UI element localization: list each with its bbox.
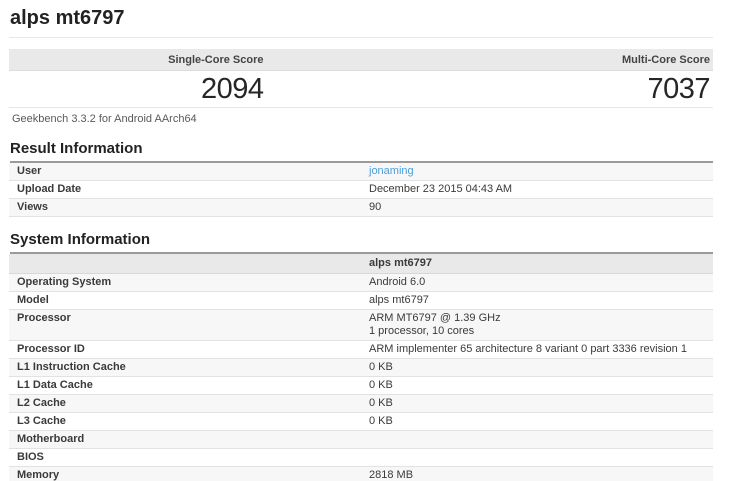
row-value: 0 KB <box>361 376 713 395</box>
system-table-header-value: alps mt6797 <box>361 254 713 274</box>
system-information-table: alps mt6797 Operating System Android 6.0… <box>9 254 713 481</box>
table-row-processor-id: Processor ID ARM implementer 65 architec… <box>9 340 713 359</box>
row-value: 0 KB <box>361 412 713 431</box>
row-label: Memory <box>9 466 361 481</box>
row-value: ARM MT6797 @ 1.39 GHz 1 processor, 10 co… <box>361 309 713 341</box>
processor-core-count: 1 processor, 10 cores <box>369 325 475 337</box>
table-row-views: Views 90 <box>9 198 713 217</box>
table-row-upload-date: Upload Date December 23 2015 04:43 AM <box>9 180 713 199</box>
row-label: BIOS <box>9 448 361 467</box>
table-row-l1-data-cache: L1 Data Cache 0 KB <box>9 376 713 395</box>
scores-values-row: 2094 7037 <box>9 71 713 108</box>
row-label: Operating System <box>9 273 361 292</box>
page-title: alps mt6797 <box>10 7 125 29</box>
scores-header-bar: Single-Core Score Multi-Core Score <box>9 49 713 71</box>
single-core-score-label: Single-Core Score <box>168 53 264 66</box>
table-row-processor: Processor ARM MT6797 @ 1.39 GHz 1 proces… <box>9 309 713 341</box>
row-label: Views <box>9 198 361 217</box>
system-information-heading: System Information <box>10 232 713 254</box>
system-table-header-empty-cell <box>9 254 361 274</box>
row-label: L1 Data Cache <box>9 376 361 395</box>
result-information-table: User jonaming Upload Date December 23 20… <box>9 163 713 217</box>
table-row-l1-instruction-cache: L1 Instruction Cache 0 KB <box>9 358 713 377</box>
table-row-l3-cache: L3 Cache 0 KB <box>9 412 713 431</box>
row-value: ARM implementer 65 architecture 8 varian… <box>361 340 713 359</box>
row-value: Android 6.0 <box>361 273 713 292</box>
row-label: L3 Cache <box>9 412 361 431</box>
geekbench-result-page: alps mt6797 Single-Core Score Multi-Core… <box>0 0 735 481</box>
system-table-header-row: alps mt6797 <box>9 254 713 274</box>
table-row-operating-system: Operating System Android 6.0 <box>9 273 713 292</box>
row-label: L2 Cache <box>9 394 361 413</box>
single-core-score-value: 2094 <box>200 73 264 105</box>
row-value <box>361 430 713 449</box>
title-divider <box>9 37 713 38</box>
processor-name: ARM MT6797 @ 1.39 GHz <box>369 312 501 324</box>
row-value: 2818 MB <box>361 466 713 481</box>
row-label: Model <box>9 291 361 310</box>
row-label: Motherboard <box>9 430 361 449</box>
multi-core-score-value: 7037 <box>647 73 710 105</box>
result-information-heading: Result Information <box>10 141 713 163</box>
row-value: 90 <box>361 198 713 217</box>
geekbench-version-text: Geekbench 3.3.2 for Android AArch64 <box>12 113 197 125</box>
row-label: User <box>9 163 361 181</box>
table-row-memory: Memory 2818 MB <box>9 466 713 481</box>
table-row-user: User jonaming <box>9 163 713 181</box>
row-value <box>361 448 713 467</box>
user-link[interactable]: jonaming <box>369 165 414 177</box>
row-label: Processor ID <box>9 340 361 359</box>
row-value: jonaming <box>361 163 713 181</box>
table-row-model: Model alps mt6797 <box>9 291 713 310</box>
row-value: 0 KB <box>361 394 713 413</box>
row-value: December 23 2015 04:43 AM <box>361 180 713 199</box>
row-label: Processor <box>9 309 361 341</box>
table-row-l2-cache: L2 Cache 0 KB <box>9 394 713 413</box>
row-label: Upload Date <box>9 180 361 199</box>
row-value: 0 KB <box>361 358 713 377</box>
multi-core-score-label: Multi-Core Score <box>621 53 710 66</box>
row-value: alps mt6797 <box>361 291 713 310</box>
row-label: L1 Instruction Cache <box>9 358 361 377</box>
table-row-bios: BIOS <box>9 448 713 467</box>
table-row-motherboard: Motherboard <box>9 430 713 449</box>
